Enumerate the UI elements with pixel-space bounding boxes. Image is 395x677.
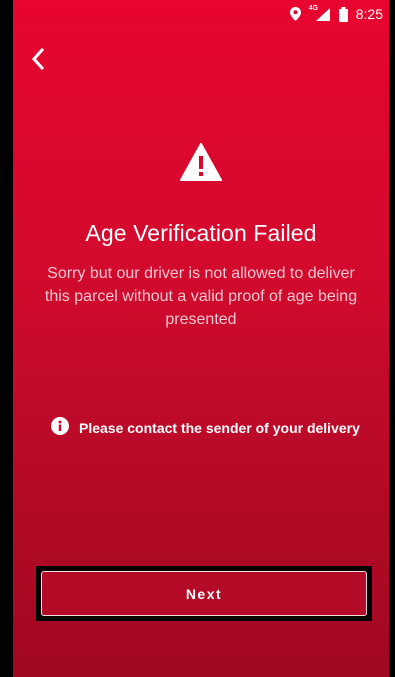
clock-time: 8:25 [355, 6, 383, 22]
info-text: Please contact the sender of your delive… [79, 419, 360, 436]
warning-icon [180, 143, 222, 186]
signal-icon: 4G [309, 5, 331, 21]
info-notice: Please contact the sender of your delive… [51, 417, 360, 438]
status-icons: 4G 8:25 [289, 5, 383, 22]
back-button[interactable] [31, 46, 61, 76]
next-button-frame: Next [36, 566, 372, 621]
info-icon [51, 417, 69, 438]
warning-container [13, 143, 389, 186]
page-title: Age Verification Failed [85, 220, 317, 246]
chevron-left-icon [31, 47, 45, 75]
location-pin-icon [289, 7, 301, 21]
next-button[interactable]: Next [41, 571, 367, 616]
failure-message: Sorry but our driver is not allowed to d… [44, 265, 358, 328]
app-screen: 4G 8:25 Age Verification Failed Sorry bu… [13, 0, 389, 677]
status-bar: 4G 8:25 [13, 0, 389, 28]
battery-icon [338, 6, 348, 22]
